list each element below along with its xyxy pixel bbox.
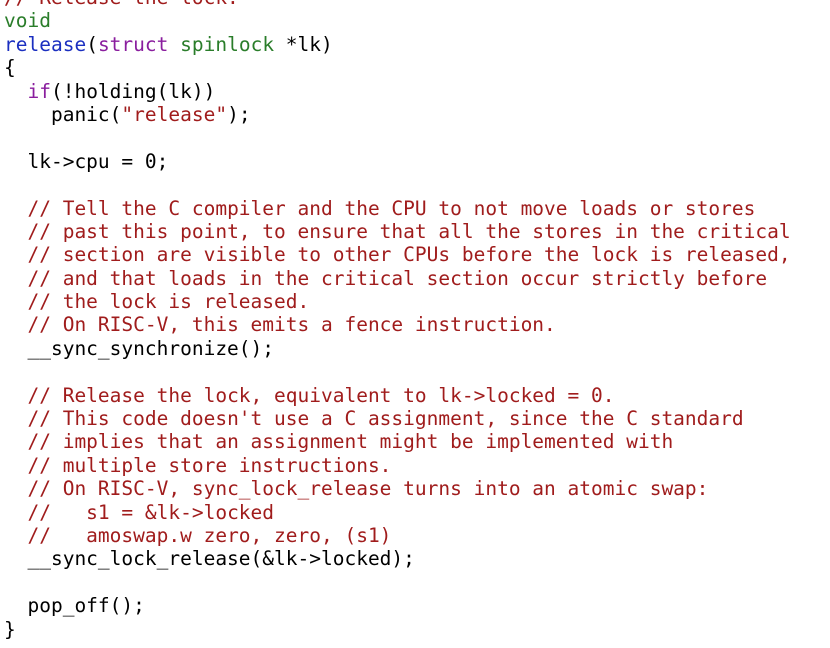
code-line[interactable]: // past this point, to ensure that all t… xyxy=(4,220,830,243)
code-comment: // amoswap.w zero, zero, (s1) xyxy=(27,523,392,547)
code-line[interactable]: // On RISC-V, sync_lock_release turns in… xyxy=(4,477,830,500)
code-editor[interactable]: // Release the lock.voidrelease(struct s… xyxy=(0,0,830,648)
code-comment: // multiple store instructions. xyxy=(27,453,392,477)
code-line[interactable]: __sync_lock_release(&lk->locked); xyxy=(4,547,830,570)
code-string: "release" xyxy=(121,102,228,126)
code-text: __sync_lock_release(&lk->locked); xyxy=(4,547,415,571)
code-line[interactable] xyxy=(4,571,830,594)
code-keyword: if xyxy=(27,79,51,103)
code-line[interactable]: panic("release"); xyxy=(4,103,830,126)
code-line[interactable]: release(struct spinlock *lk) xyxy=(4,33,830,56)
code-text: { xyxy=(4,56,16,80)
code-line[interactable]: // multiple store instructions. xyxy=(4,454,830,477)
code-comment: // and that loads in the critical sectio… xyxy=(27,266,768,290)
code-line[interactable]: // s1 = &lk->locked xyxy=(4,501,830,524)
code-line[interactable]: if(!holding(lk)) xyxy=(4,80,830,103)
code-line[interactable] xyxy=(4,126,830,149)
code-line[interactable]: // and that loads in the critical sectio… xyxy=(4,267,830,290)
code-comment: // Tell the C compiler and the CPU to no… xyxy=(27,196,756,220)
code-function-name: release xyxy=(4,32,87,56)
code-line[interactable]: // the lock is released. xyxy=(4,290,830,313)
code-comment: // past this point, to ensure that all t… xyxy=(27,219,791,243)
code-line[interactable]: // Tell the C compiler and the CPU to no… xyxy=(4,197,830,220)
code-line[interactable]: // This code doesn't use a C assignment,… xyxy=(4,407,830,430)
code-text: pop_off(); xyxy=(4,594,145,618)
code-line[interactable]: pop_off(); xyxy=(4,594,830,617)
code-text: __sync_synchronize(); xyxy=(4,336,275,360)
code-type: void xyxy=(4,9,51,33)
code-comment: // s1 = &lk->locked xyxy=(27,500,275,524)
code-line[interactable]: { xyxy=(4,56,830,79)
code-line[interactable] xyxy=(4,173,830,196)
code-text: panic( xyxy=(4,102,122,126)
code-block[interactable]: // Release the lock.voidrelease(struct s… xyxy=(0,0,830,641)
code-comment: // This code doesn't use a C assignment,… xyxy=(27,407,744,431)
code-line[interactable]: // amoswap.w zero, zero, (s1) xyxy=(4,524,830,547)
code-comment: // On RISC-V, sync_lock_release turns in… xyxy=(27,477,709,501)
code-text: (!holding(lk)) xyxy=(50,79,216,103)
code-text: ); xyxy=(227,102,251,126)
code-line[interactable]: // Release the lock. xyxy=(4,0,830,9)
code-line[interactable]: // section are visible to other CPUs bef… xyxy=(4,243,830,266)
code-text: lk->cpu = 0; xyxy=(4,149,169,173)
code-comment: // section are visible to other CPUs bef… xyxy=(27,243,791,267)
code-line[interactable] xyxy=(4,360,830,383)
code-line[interactable]: void xyxy=(4,9,830,32)
code-comment: // Release the lock, equivalent to lk->l… xyxy=(27,383,615,407)
code-text: ( xyxy=(86,32,98,56)
code-line[interactable]: // On RISC-V, this emits a fence instruc… xyxy=(4,313,830,336)
code-comment: // On RISC-V, this emits a fence instruc… xyxy=(27,313,556,337)
code-keyword: struct xyxy=(97,32,169,56)
code-line[interactable]: // implies that an assignment might be i… xyxy=(4,430,830,453)
code-line[interactable]: lk->cpu = 0; xyxy=(4,150,830,173)
code-text: *lk) xyxy=(274,32,333,56)
code-line[interactable]: __sync_synchronize(); xyxy=(4,337,830,360)
code-type: spinlock xyxy=(180,32,275,56)
code-line[interactable]: // Release the lock, equivalent to lk->l… xyxy=(4,384,830,407)
code-comment: // Release the lock. xyxy=(4,0,239,9)
code-text: } xyxy=(4,617,16,641)
code-line[interactable]: } xyxy=(4,618,830,641)
code-comment: // implies that an assignment might be i… xyxy=(27,430,674,454)
code-comment: // the lock is released. xyxy=(27,290,310,314)
